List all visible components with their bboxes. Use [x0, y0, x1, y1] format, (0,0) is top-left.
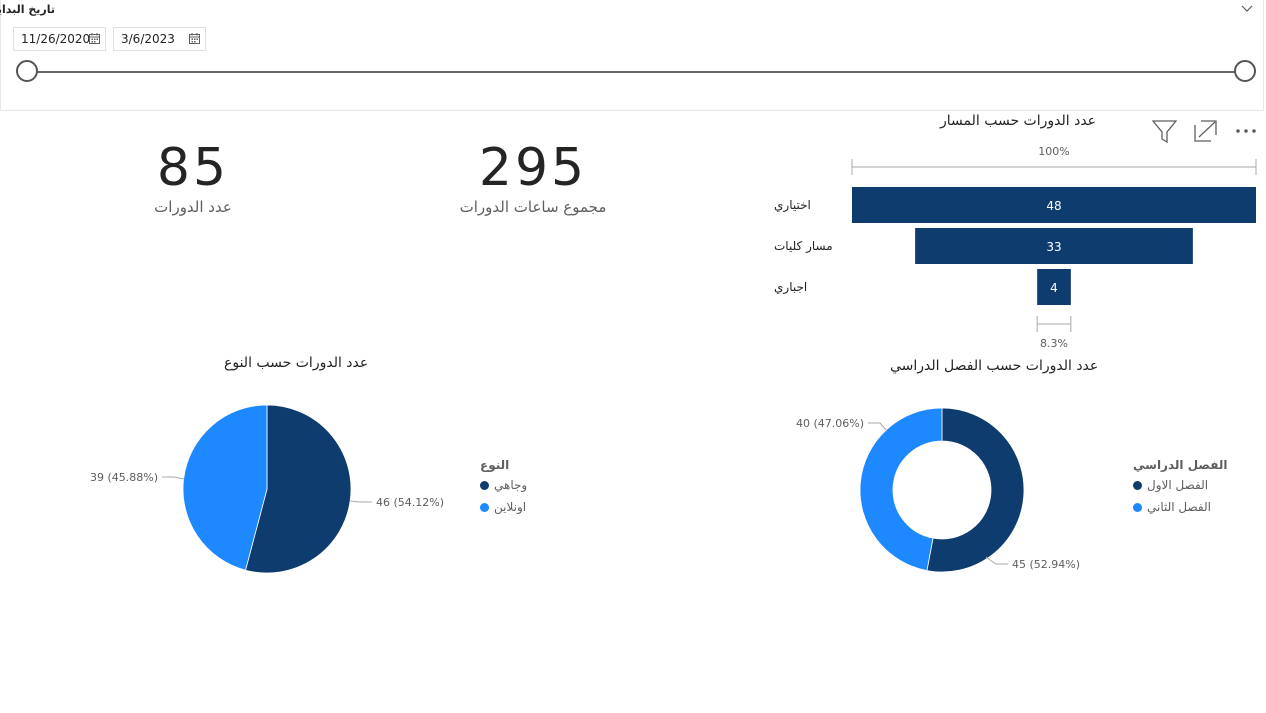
funnel-bar-value: 33 — [1046, 240, 1061, 254]
kpi-course-count: 85 عدد الدورات — [93, 138, 293, 216]
slicer-title: تاريخ البداية — [0, 3, 55, 16]
slice-label: 40 (47.06%) — [796, 417, 864, 430]
legend-label: وجاهي — [494, 478, 528, 492]
slice-label: 46 (54.12%) — [376, 496, 444, 509]
legend-label: اونلاين — [494, 500, 527, 514]
funnel-category-label: اختياري — [774, 198, 811, 213]
funnel-title: عدد الدورات حسب المسار — [940, 113, 1097, 129]
legend-item[interactable]: الفصل الثاني — [1133, 500, 1227, 514]
start-date-input[interactable]: 11/26/2020 — [13, 27, 106, 51]
legend-item[interactable]: الفصل الاول — [1133, 478, 1227, 492]
kpi-value: 85 — [156, 138, 230, 198]
chevron-down-icon[interactable] — [1241, 2, 1253, 16]
pie-slice[interactable] — [859, 407, 943, 572]
legend-title: النوع — [480, 458, 510, 472]
funnel-chart: 100% 48 اختياري 33 مسار كليات 4 اجباري 8.3% — [774, 145, 1257, 350]
legend-dot — [480, 480, 489, 490]
legend-dot — [480, 502, 489, 512]
pie-title: عدد الدورات حسب النوع — [224, 355, 369, 371]
slice-label: 45 (52.94%) — [1012, 558, 1080, 571]
donut-chart: 45 (52.94%) 40 (47.06%) — [796, 407, 1080, 573]
funnel-bottom-percent: 8.3% — [1040, 337, 1068, 350]
legend-title: الفصل الدراسي — [1133, 458, 1228, 472]
pie-chart: 46 (54.12%) 39 (45.88%) — [90, 404, 444, 574]
calendar-icon[interactable] — [189, 33, 200, 44]
kpi-label: مجموع ساعات الدورات — [459, 198, 607, 216]
slider-end-handle[interactable] — [1234, 60, 1256, 82]
funnel-top-percent: 100% — [1038, 145, 1069, 158]
donut-legend: الفصل الدراسي الفصل الاول الفصل الثاني — [1133, 458, 1227, 514]
slider-track[interactable] — [27, 71, 1245, 73]
date-range-slicer: تاريخ البداية 11/26/2020 3/6/2023 — [0, 0, 1264, 111]
slice-label: 39 (45.88%) — [90, 471, 158, 484]
kpi-total-hours: 295 مجموع ساعات الدورات — [413, 138, 653, 216]
start-date-value: 11/26/2020 — [21, 32, 91, 46]
more-options-icon[interactable] — [1235, 128, 1257, 134]
calendar-icon[interactable] — [89, 33, 100, 44]
legend-item[interactable]: اونلاين — [480, 500, 527, 514]
legend-dot — [1133, 480, 1142, 490]
slider-start-handle[interactable] — [16, 60, 38, 82]
kpi-label: عدد الدورات — [154, 198, 232, 216]
funnel-category-label: مسار كليات — [774, 239, 833, 254]
funnel-bar-value: 4 — [1050, 281, 1058, 295]
funnel-category-label: اجباري — [774, 280, 807, 295]
pie-legend: النوع وجاهي اونلاين — [480, 458, 527, 514]
legend-label: الفصل الاول — [1147, 478, 1209, 492]
legend-dot — [1133, 502, 1142, 512]
legend-item[interactable]: وجاهي — [480, 478, 527, 492]
end-date-value: 3/6/2023 — [121, 32, 175, 46]
legend-label: الفصل الثاني — [1147, 500, 1211, 514]
funnel-bar-value: 48 — [1046, 199, 1061, 213]
donut-title: عدد الدورات حسب الفصل الدراسي — [890, 358, 1099, 374]
end-date-input[interactable]: 3/6/2023 — [113, 27, 206, 51]
kpi-value: 295 — [478, 138, 588, 198]
